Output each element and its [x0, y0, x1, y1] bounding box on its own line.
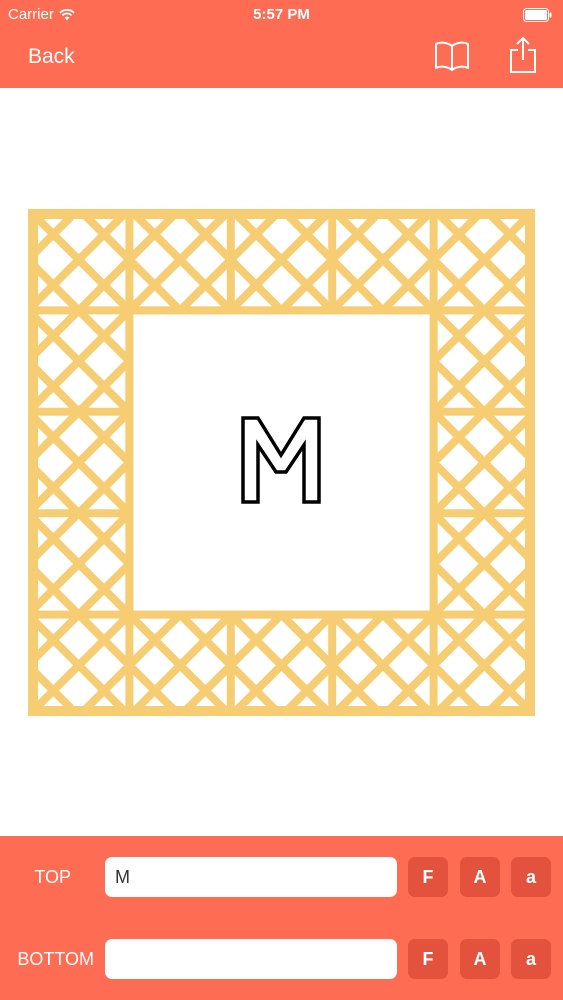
status-time: 5:57 PM	[253, 6, 310, 23]
top-uppercase-button[interactable]: A	[460, 857, 500, 897]
status-bar: Carrier 5:57 PM	[0, 0, 563, 30]
battery-icon	[523, 8, 552, 22]
monogram-canvas	[0, 88, 563, 836]
share-icon[interactable]	[508, 36, 538, 74]
book-icon[interactable]	[433, 38, 471, 74]
text-toolbar: TOP F A a BOTTOM F A a	[0, 836, 563, 1000]
top-row-label: TOP	[34, 867, 71, 887]
bottom-font-button[interactable]: F	[408, 939, 448, 979]
lattice-frame	[28, 209, 535, 716]
top-lowercase-button[interactable]: a	[511, 857, 551, 897]
bottom-uppercase-button[interactable]: A	[460, 939, 500, 979]
bottom-lowercase-button[interactable]: a	[511, 939, 551, 979]
top-text-input[interactable]	[105, 857, 397, 897]
bottom-text-input[interactable]	[105, 939, 397, 979]
bottom-row-label: BOTTOM	[17, 949, 94, 969]
top-font-button[interactable]: F	[408, 857, 448, 897]
back-button[interactable]: Back	[28, 45, 75, 69]
navigation-bar: Back	[0, 30, 563, 88]
